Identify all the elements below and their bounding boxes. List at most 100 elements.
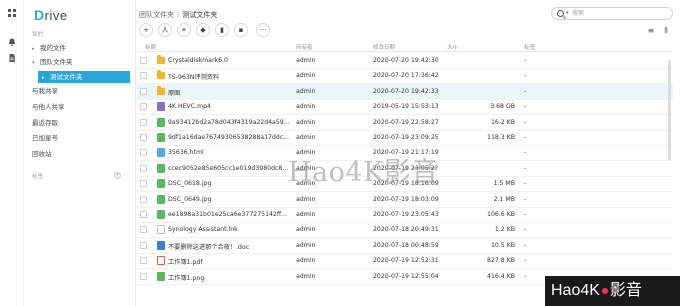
file-name: DSC_0649.jpg [168,195,212,203]
file-name: 工作簿1.pdf [168,259,203,267]
sidebar-item-shared-with-others[interactable]: 与他人共享 [32,101,132,113]
table-row[interactable]: 不要删除这进那个合夜！.doc admin 2020-07-18 00:48:59 1… [137,238,673,254]
file-name: Crystaldiskmark6.0 [168,57,228,64]
sidebar-item-label: 团队文件夹 [40,58,73,66]
file-size: 3.68 GB [490,103,515,111]
file-size: 106.6 KB [487,211,515,218]
table-header: 标题 所有者 修改日期 大小 标签 [137,40,673,52]
file-modified: 2020-07-19 22:58:27 [373,118,439,126]
file-size: 118.3 KB [487,134,515,141]
file-size: 416.4 KB [487,272,515,280]
row-checkbox[interactable] [140,226,147,234]
scrollbar[interactable] [668,60,671,160]
list-view-icon[interactable]: ≡ [646,26,656,35]
tags-section-label: 标签 [32,174,44,180]
row-checkbox[interactable] [140,103,147,111]
row-checkbox[interactable] [140,164,147,172]
sidebar-item-label: 与我共享 [32,87,58,95]
sidebar-section-label: 我的 [32,32,44,38]
column-header-owner[interactable]: 所有者 [296,43,313,51]
file-tags: - [524,164,527,172]
table-row[interactable]: Synology Assistant.lnk admin 2020-07-18 20… [137,222,673,239]
file-owner: admin [296,257,316,265]
column-header-size[interactable]: 大小 [447,43,458,51]
file-tags: - [524,72,527,80]
row-checkbox[interactable] [140,149,147,157]
table-row[interactable]: TS-963N评测资料 admin 2020-07-20 17:36:42 - [137,68,673,85]
row-checkbox[interactable] [140,118,147,126]
column-header-name[interactable]: 标题 [145,43,156,51]
table-row[interactable]: Crystaldiskmark6.0 admin 2020-07-20 19:42:… [137,53,673,69]
column-header-tags[interactable]: 标签 [524,43,535,51]
sidebar-item-my-files[interactable]: ▸ 我的文件 [32,42,132,54]
share-user-button[interactable]: 人 [158,23,172,37]
table-row[interactable]: 工作簿1.pdf admin 2020-07-19 12:52:31 827.8 KB… [137,253,673,270]
folder-icon [157,55,165,64]
row-checkbox[interactable] [140,257,147,265]
row-checkbox[interactable] [140,211,147,218]
sidebar-item-shared-with-me[interactable]: 与我共享 [32,85,132,97]
sidebar-item-team-folder[interactable]: ▾ 团队文件夹 [32,56,132,68]
table-row[interactable]: 原图 admin 2020-07-20 19:42:33 - [137,83,673,100]
image-file-icon [157,194,165,204]
delete-button[interactable]: ▪ [234,23,248,37]
watermark-zh: 影音 [383,157,439,188]
row-checkbox[interactable] [140,180,147,188]
file-size: 2.1 MB [493,195,515,203]
table-row[interactable]: 9a93412bd2a78d043f4319a22d4a59... admin 20… [137,115,673,131]
file-size: 1.5 MB [493,180,515,188]
document-icon[interactable] [8,54,16,62]
file-tags: - [524,180,527,188]
file-tags: - [524,87,527,95]
sidebar-item-recycle-bin[interactable]: 回收站 [32,148,132,160]
row-checkbox[interactable] [140,87,147,95]
row-checkbox[interactable] [140,241,147,249]
breadcrumb-root[interactable]: 团队文件夹 [139,11,174,19]
folder-icon [157,70,165,80]
file-name: 工作簿1.png [168,274,205,282]
file-tags: - [524,211,527,218]
brand-text: Hao4K [551,282,600,299]
sidebar-item-recent[interactable]: 最近存取 [32,117,132,129]
table-row[interactable]: DSC_0649.jpg admin 2020-07-19 18:03:09 2.1 … [137,192,673,208]
columns-view-icon[interactable]: ⫴ [661,26,671,35]
file-tags: - [524,195,527,203]
grid-icon[interactable] [8,9,16,17]
app-logo: Drive [34,7,68,23]
create-button[interactable]: + [139,23,153,37]
tag-button[interactable]: ◆ [196,23,210,37]
bell-icon[interactable] [8,38,16,46]
row-checkbox[interactable] [140,134,147,141]
row-checkbox[interactable] [140,195,147,203]
file-name: DSC_0618.jpg [168,180,212,188]
search-box[interactable]: ▾ [551,7,673,20]
file-modified: 2020-07-19 23:09:25 [373,134,439,141]
file-tags: - [524,103,527,111]
table-row[interactable]: 9df1a16dae76749306538288a17ddc... admin 20… [137,130,673,146]
row-checkbox[interactable] [140,72,147,80]
brand-text-zh: 影音 [609,282,642,299]
file-owner: admin [296,87,316,95]
app-rail [0,0,24,306]
chevron-down-icon[interactable]: ▾ [566,10,569,16]
table-row[interactable]: ee1898a31b01e25ca6e377275142ff... admin 20… [137,207,673,223]
more-button[interactable]: ··· [256,23,270,37]
add-tag-button[interactable]: + [114,172,121,179]
file-modified: 2020-07-20 17:36:42 [373,72,439,80]
copy-button[interactable]: ▮ [215,23,229,37]
file-size: 827.8 KB [487,257,515,265]
file-owner: admin [296,241,316,249]
table-row[interactable]: 4K.HEVC.mp4 admin 2019-05-19 15:53:13 3.68 … [137,99,673,116]
link-button[interactable]: ⚭ [177,23,191,37]
search-input[interactable] [572,9,668,18]
file-icon [157,225,165,235]
sidebar-item-test-folder[interactable]: ▸ 测试文件夹 [38,71,130,83]
file-owner: admin [296,118,316,126]
sidebar-item-starred[interactable]: 已加星号 [32,132,132,144]
row-checkbox[interactable] [140,57,147,64]
brand-badge: Hao4K 影音 [545,276,680,306]
sidebar: Drive 我的 ▸ 我的文件 ▾ 团队文件夹 ▸ 测试文件夹 与我共享 与他人共享 … [24,0,136,306]
file-size: 10.5 KB [490,241,515,249]
row-checkbox[interactable] [140,272,147,280]
column-header-modified[interactable]: 修改日期 [373,43,395,51]
